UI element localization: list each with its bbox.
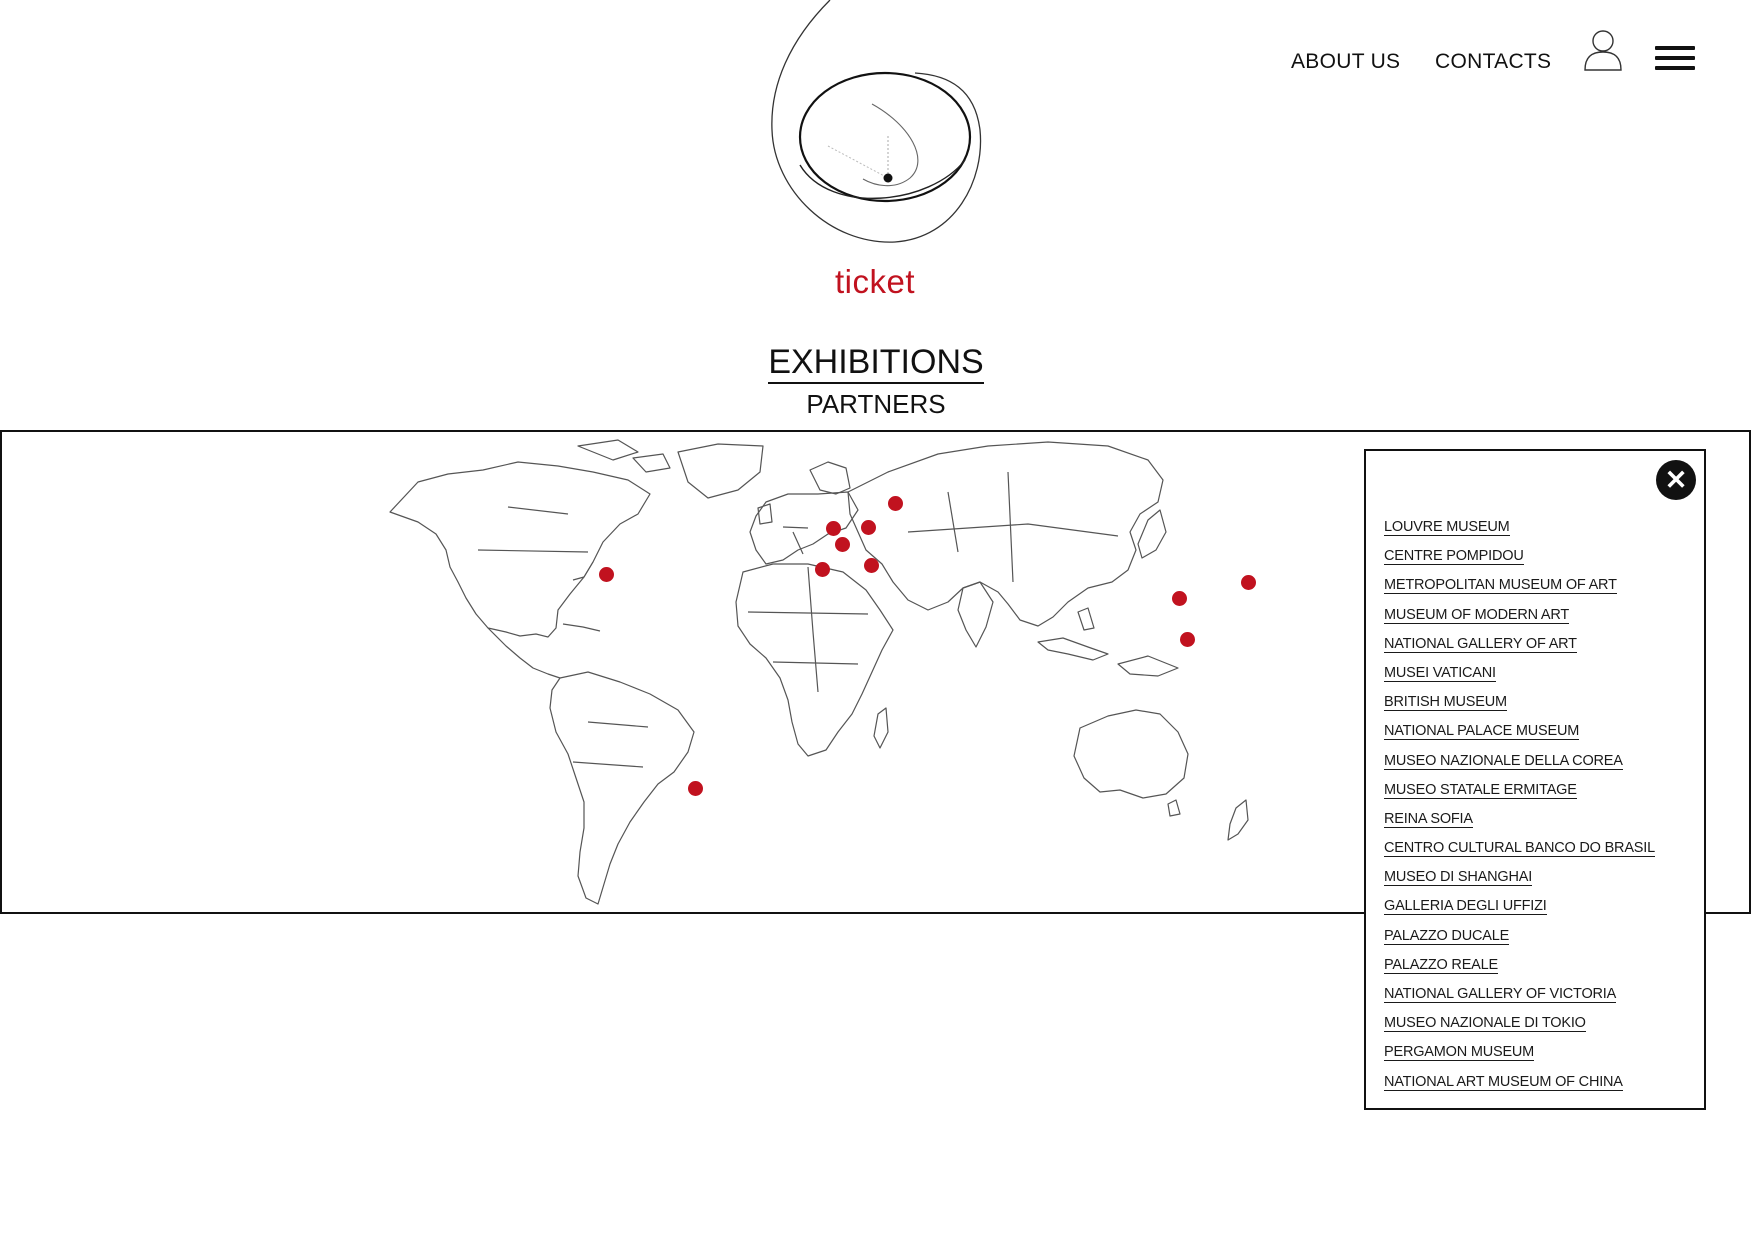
hamburger-menu-icon[interactable]	[1655, 46, 1695, 72]
map-pin-st-petersburg[interactable]	[888, 496, 903, 511]
map-pin-tokyo[interactable]	[1241, 575, 1256, 590]
partner-link[interactable]: METROPOLITAN MUSEUM OF ART	[1384, 577, 1617, 595]
partner-link[interactable]: PALAZZO REALE	[1384, 956, 1498, 974]
partner-link[interactable]: PERGAMON MUSEUM	[1384, 1044, 1534, 1062]
partner-link[interactable]: MUSEO DI SHANGHAI	[1384, 869, 1532, 887]
partner-link[interactable]: NATIONAL PALACE MUSEUM	[1384, 723, 1579, 741]
map-pin-seoul-beijing[interactable]	[1172, 591, 1187, 606]
partner-link[interactable]: NATIONAL GALLERY OF ART	[1384, 635, 1577, 653]
list-item: PALAZZO REALE	[1384, 955, 1655, 984]
list-item: LOUVRE MUSEUM	[1384, 517, 1655, 546]
world-map[interactable]	[388, 432, 1364, 908]
nav-about-us[interactable]: ABOUT US	[1291, 50, 1400, 74]
partner-link[interactable]: MUSEO STATALE ERMITAGE	[1384, 781, 1577, 799]
partner-link[interactable]: LOUVRE MUSEUM	[1384, 519, 1510, 536]
partner-link[interactable]: NATIONAL ART MUSEUM OF CHINA	[1384, 1073, 1623, 1091]
list-item: CENTRO CULTURAL BANCO DO BRASIL	[1384, 838, 1655, 867]
map-pin-madrid[interactable]	[815, 562, 830, 577]
list-item: REINA SOFIA	[1384, 809, 1655, 838]
partner-link[interactable]: BRITISH MUSEUM	[1384, 694, 1507, 712]
partner-link[interactable]: REINA SOFIA	[1384, 810, 1473, 828]
map-pin-sao-paulo[interactable]	[688, 781, 703, 796]
partner-link[interactable]: PALAZZO DUCALE	[1384, 927, 1509, 945]
nav-contacts[interactable]: CONTACTS	[1435, 50, 1551, 74]
list-item: MUSEUM OF MODERN ART	[1384, 605, 1655, 634]
list-item: CENTRE POMPIDOU	[1384, 546, 1655, 575]
list-item: MUSEO STATALE ERMITAGE	[1384, 780, 1655, 809]
partner-link[interactable]: MUSEO NAZIONALE DI TOKIO	[1384, 1015, 1586, 1033]
map-pin-shanghai[interactable]	[1180, 632, 1195, 647]
list-item: NATIONAL PALACE MUSEUM	[1384, 721, 1655, 750]
list-item: METROPOLITAN MUSEUM OF ART	[1384, 575, 1655, 604]
list-item: GALLERIA DEGLI UFFIZI	[1384, 896, 1655, 925]
list-item: MUSEO NAZIONALE DELLA COREA	[1384, 751, 1655, 780]
map-pin-new-york[interactable]	[599, 567, 614, 582]
list-item: NATIONAL GALLERY OF VICTORIA	[1384, 984, 1655, 1013]
map-pin-berlin[interactable]	[861, 520, 876, 535]
partner-link[interactable]: CENTRO CULTURAL BANCO DO BRASIL	[1384, 840, 1655, 858]
tab-partners[interactable]: PARTNERS	[700, 389, 1052, 420]
partner-link[interactable]: GALLERIA DEGLI UFFIZI	[1384, 898, 1547, 916]
partners-panel: ✕ LOUVRE MUSEUM CENTRE POMPIDOU METROPOL…	[1364, 449, 1706, 1110]
list-item: MUSEO NAZIONALE DI TOKIO	[1384, 1013, 1655, 1042]
list-item: MUSEO DI SHANGHAI	[1384, 867, 1655, 896]
tab-exhibitions-label: EXHIBITIONS	[768, 343, 984, 384]
partner-link[interactable]: MUSEO NAZIONALE DELLA COREA	[1384, 752, 1623, 770]
user-icon[interactable]	[1583, 29, 1623, 71]
partner-link[interactable]: NATIONAL GALLERY OF VICTORIA	[1384, 986, 1616, 1003]
partner-list: LOUVRE MUSEUM CENTRE POMPIDOU METROPOLIT…	[1384, 517, 1655, 1101]
list-item: MUSEI VATICANI	[1384, 663, 1655, 692]
tab-exhibitions[interactable]: EXHIBITIONS	[700, 343, 1052, 384]
list-item: NATIONAL ART MUSEUM OF CHINA	[1384, 1072, 1655, 1101]
close-icon[interactable]: ✕	[1656, 460, 1696, 500]
map-pin-london[interactable]	[826, 521, 841, 536]
list-item: PALAZZO DUCALE	[1384, 926, 1655, 955]
list-item: NATIONAL GALLERY OF ART	[1384, 634, 1655, 663]
map-pin-paris[interactable]	[835, 537, 850, 552]
list-item: PERGAMON MUSEUM	[1384, 1042, 1655, 1071]
brand-name[interactable]: ticket	[775, 263, 975, 301]
map-pin-rome[interactable]	[864, 558, 879, 573]
clock-spiral-logo	[771, 0, 982, 243]
partner-link[interactable]: MUSEUM OF MODERN ART	[1384, 606, 1569, 624]
list-item: BRITISH MUSEUM	[1384, 692, 1655, 721]
partner-link[interactable]: CENTRE POMPIDOU	[1384, 548, 1524, 566]
partner-link[interactable]: MUSEI VATICANI	[1384, 664, 1496, 682]
